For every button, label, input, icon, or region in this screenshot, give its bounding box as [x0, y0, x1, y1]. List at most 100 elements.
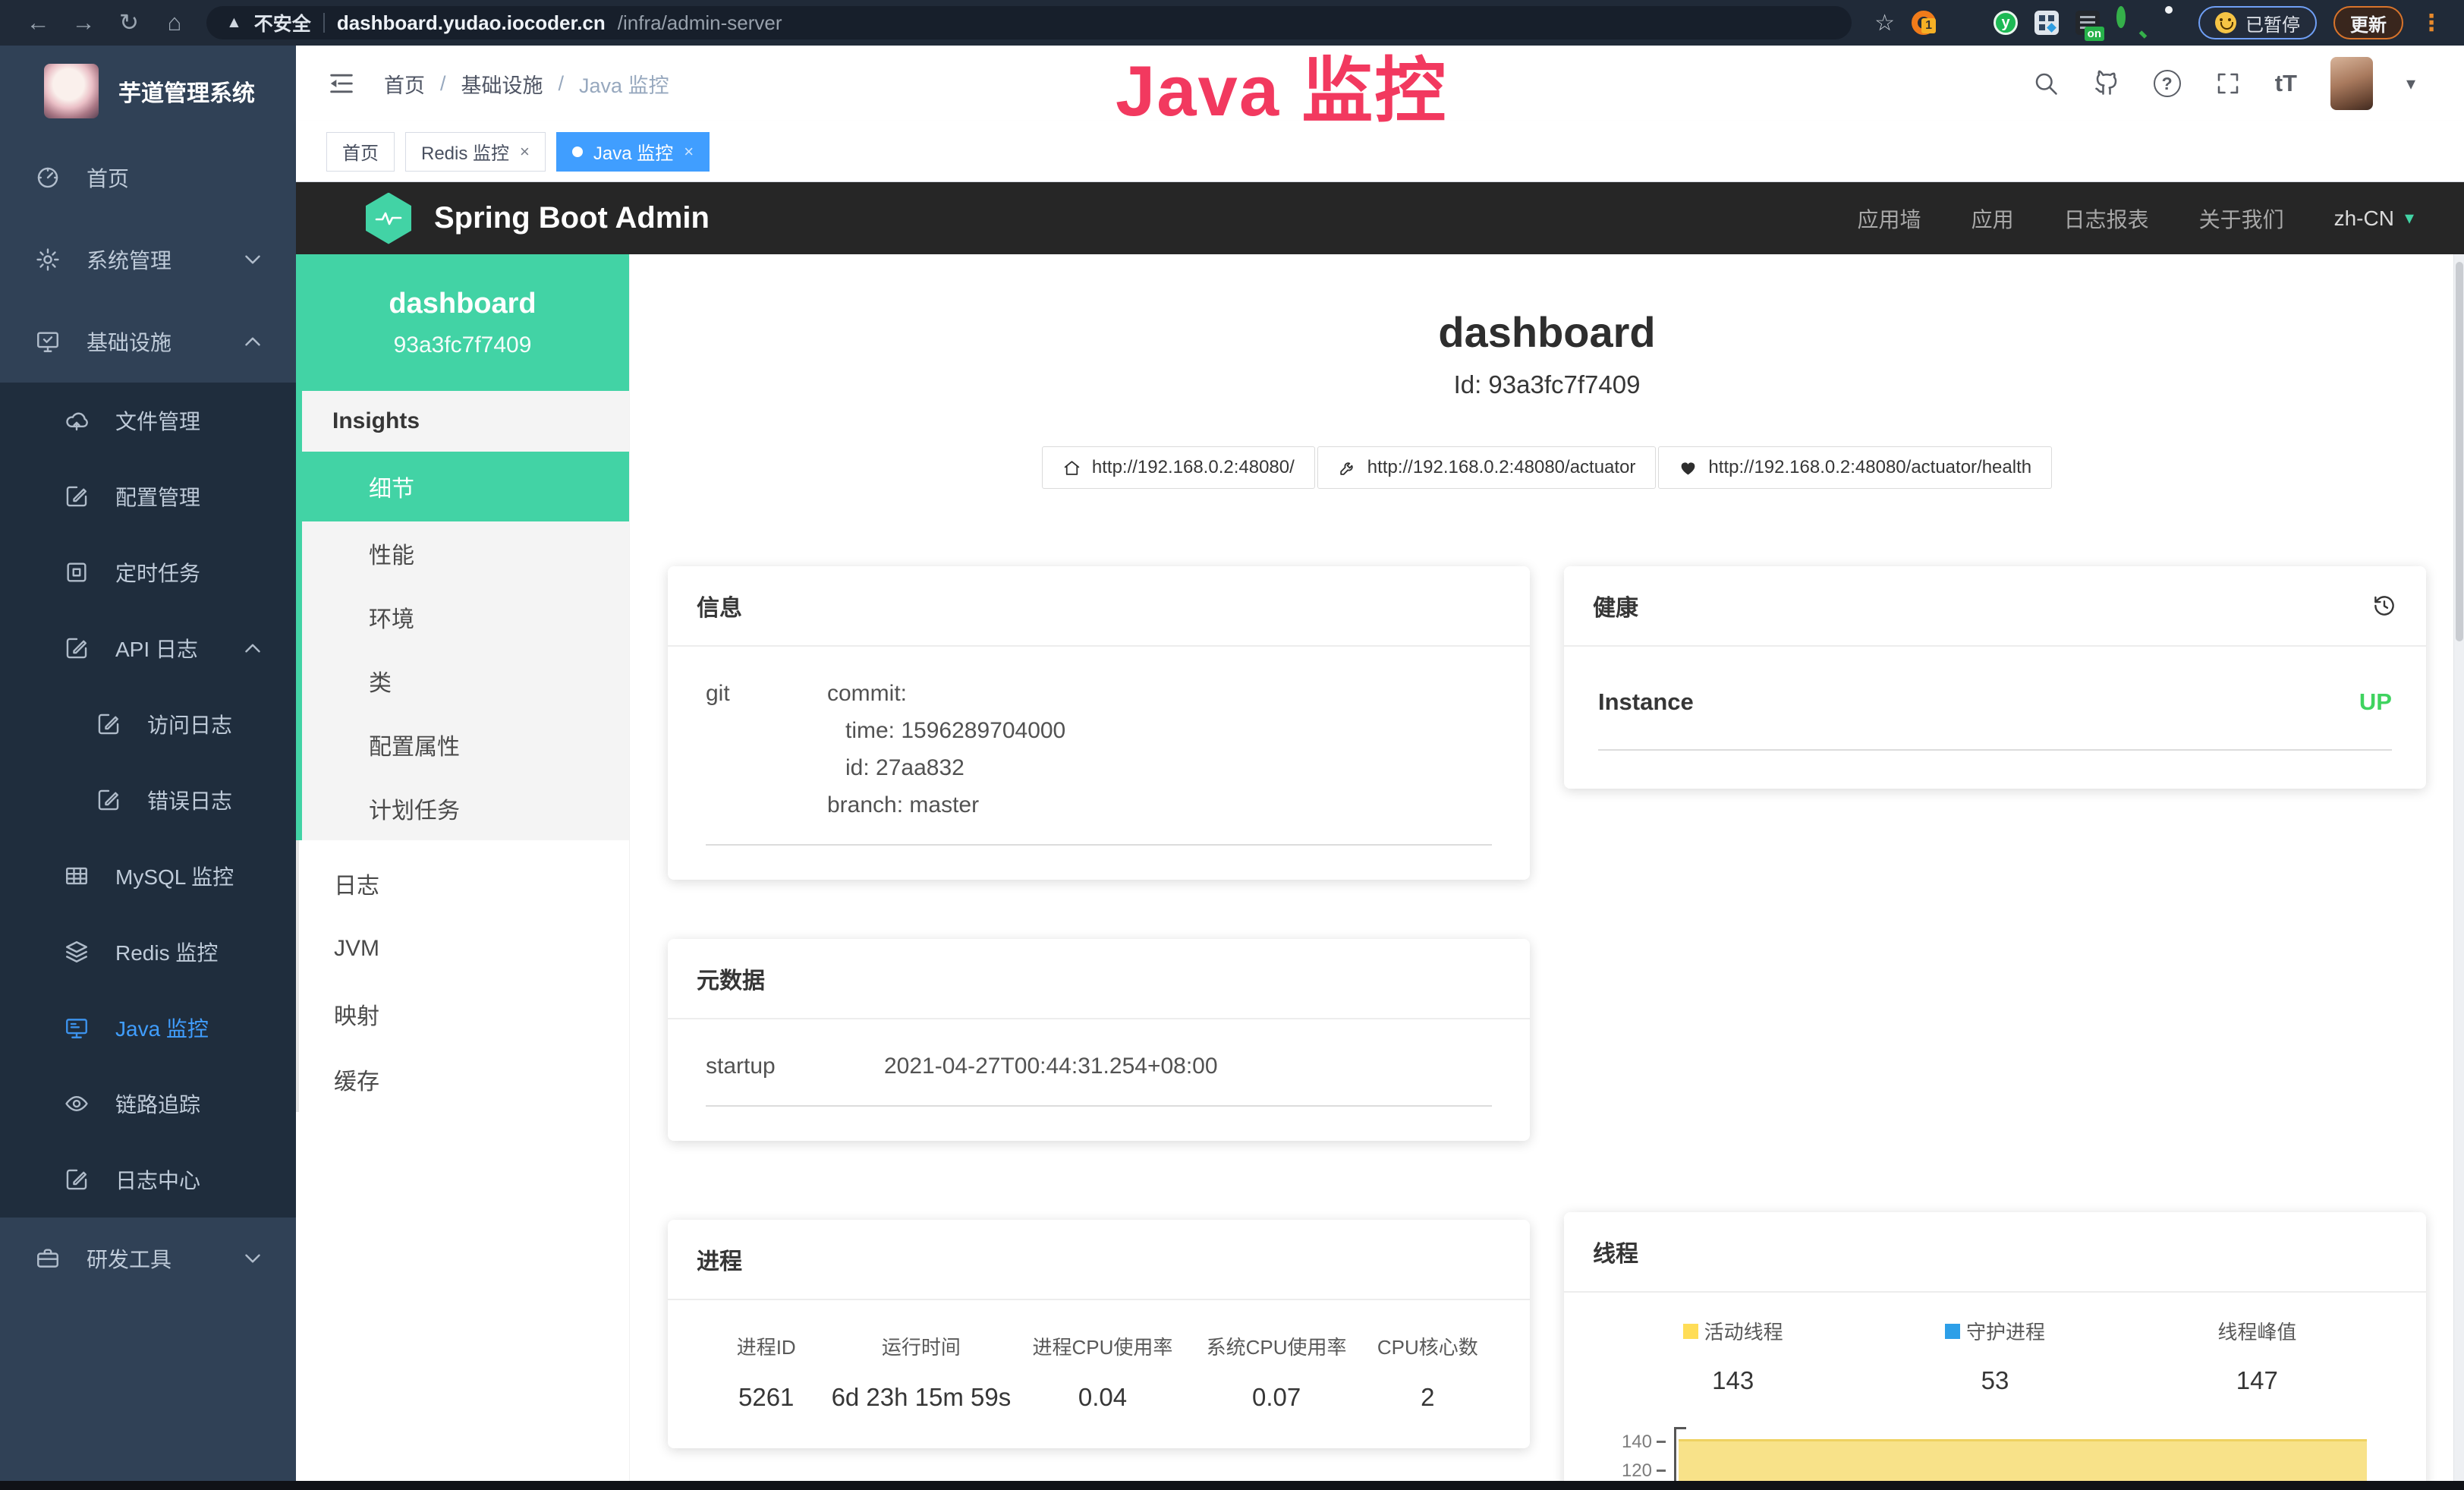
tab-java-monitor[interactable]: Java 监控 × [556, 132, 710, 172]
sidebar-item-label: 配置管理 [115, 481, 200, 512]
sba-nav-about[interactable]: 关于我们 [2199, 203, 2284, 234]
gear-icon [35, 247, 61, 272]
breadcrumb-separator: / [559, 72, 565, 96]
extension-switch-icon[interactable]: on [2075, 11, 2100, 35]
extension-orange-icon[interactable]: 1 [1912, 11, 1936, 35]
browser-reload-button[interactable]: ↻ [108, 9, 150, 36]
extensions-puzzle-icon[interactable] [2157, 11, 2182, 35]
profile-paused-badge[interactable]: 已暂停 [2198, 6, 2317, 39]
tab-label: 首页 [342, 138, 379, 165]
browser-menu-icon[interactable]: ⋮ [2420, 10, 2447, 36]
close-icon[interactable]: × [684, 142, 694, 162]
live-threads-value: 143 [1602, 1366, 1864, 1395]
sba-menu-metrics[interactable]: 性能 [302, 521, 629, 585]
sidebar-item-redis-monitor[interactable]: Redis 监控 [0, 914, 296, 990]
bookmark-star-icon[interactable]: ☆ [1874, 10, 1895, 36]
sidebar-item-label: Java 监控 [115, 1013, 209, 1043]
tab-redis-monitor[interactable]: Redis 监控 × [405, 132, 546, 172]
sidebar-item-file-management[interactable]: 文件管理 [0, 383, 296, 458]
sidebar-item-config-management[interactable]: 配置管理 [0, 458, 296, 534]
sidebar-item-api-logs[interactable]: API 日志 [0, 610, 296, 686]
sba-menu-details[interactable]: 细节 [296, 452, 629, 521]
health-url-button[interactable]: http://192.168.0.2:48080/actuator/health [1658, 446, 2052, 489]
address-bar[interactable]: ▲ 不安全 dashboard.yudao.iocoder.cn/infra/a… [206, 6, 1852, 39]
process-pid-value: 5261 [706, 1383, 826, 1412]
process-header-uptime: 运行时间 [826, 1332, 1015, 1360]
startup-label: startup [706, 1054, 884, 1079]
extension-grid-icon[interactable] [2034, 11, 2059, 35]
sidebar-item-java-monitor[interactable]: Java 监控 [0, 990, 296, 1066]
sba-menu-config-props[interactable]: 配置属性 [302, 713, 629, 777]
security-label[interactable]: 不安全 [254, 9, 311, 36]
history-icon[interactable] [2371, 593, 2397, 619]
sidebar-item-log-center[interactable]: 日志中心 [0, 1142, 296, 1218]
breadcrumb-home[interactable]: 首页 [384, 69, 425, 99]
sidebar-item-scheduled-tasks[interactable]: 定时任务 [0, 534, 296, 610]
extension-y-icon[interactable]: y [1994, 11, 2018, 35]
live-threads-swatch [1683, 1324, 1698, 1339]
sba-menu-logs[interactable]: 日志 [299, 851, 629, 916]
sba-menu-jvm[interactable]: JVM [299, 916, 629, 981]
sidebar-item-mysql-monitor[interactable]: MySQL 监控 [0, 838, 296, 914]
sba-nav-applications[interactable]: 应用 [1972, 203, 2014, 234]
user-caret-down-icon[interactable]: ▾ [2406, 73, 2415, 95]
browser-home-button[interactable]: ⌂ [153, 9, 196, 36]
process-uptime-value: 6d 23h 15m 59s [826, 1383, 1015, 1412]
app-logo-row[interactable]: 芋道管理系统 [0, 46, 296, 137]
health-instance-row[interactable]: Instance UP [1598, 688, 2392, 751]
sba-nav: 应用墙 应用 日志报表 关于我们 zh-CN ▾ [1858, 203, 2414, 234]
github-icon[interactable] [2093, 70, 2120, 97]
tab-home[interactable]: 首页 [326, 132, 395, 172]
chevron-down-icon: ▾ [2405, 207, 2414, 229]
sba-brand-title[interactable]: Spring Boot Admin [434, 201, 710, 235]
sidebar-item-infrastructure[interactable]: 基础设施 [0, 301, 296, 383]
edit-icon [96, 711, 121, 737]
health-card-title: 健康 [1593, 589, 1638, 622]
close-icon[interactable]: × [520, 142, 530, 162]
sidebar-item-dev-tools[interactable]: 研发工具 [0, 1218, 296, 1299]
sba-logo-icon[interactable] [366, 193, 411, 244]
sidebar-item-system-management[interactable]: 系统管理 [0, 219, 296, 301]
sba-main: dashboard Id: 93a3fc7f7409 http://192.16… [630, 254, 2464, 1490]
sba-menu-classes[interactable]: 类 [302, 649, 629, 713]
service-url-button[interactable]: http://192.168.0.2:48080/ [1042, 446, 1315, 489]
browser-forward-button[interactable]: → [62, 9, 105, 36]
breadcrumb-infrastructure[interactable]: 基础设施 [461, 69, 543, 99]
sba-menu-caches[interactable]: 缓存 [299, 1047, 629, 1112]
scrollbar[interactable] [2453, 254, 2464, 1490]
git-commit-line: commit: [827, 681, 1065, 707]
scrollbar-thumb[interactable] [2456, 262, 2463, 641]
sidebar-item-access-logs[interactable]: 访问日志 [0, 686, 296, 762]
fullscreen-icon[interactable] [2214, 70, 2242, 97]
browser-back-button[interactable]: ← [17, 9, 59, 36]
legend-daemon-threads: 守护进程 53 [1864, 1317, 2126, 1395]
process-header-cores: CPU核心数 [1364, 1332, 1492, 1360]
sidebar-collapse-icon[interactable] [326, 68, 357, 99]
extension-pin-icon[interactable] [1953, 11, 1977, 35]
sba-locale-label: zh-CN [2334, 206, 2394, 231]
infrastructure-submenu: 文件管理 配置管理 定时任务 API 日志 [0, 383, 296, 1218]
sba-locale-select[interactable]: zh-CN ▾ [2334, 206, 2414, 231]
chrome-update-button[interactable]: 更新 [2333, 6, 2403, 39]
sba-menu-environment[interactable]: 环境 [302, 585, 629, 649]
extension-magnifier-icon[interactable] [2116, 11, 2141, 35]
edit-icon [64, 635, 90, 661]
sba-nav-wallboard[interactable]: 应用墙 [1858, 203, 1921, 234]
tab-label: Redis 监控 [421, 138, 509, 165]
sba-menu-mappings[interactable]: 映射 [299, 981, 629, 1047]
legend-peak-threads: 线程峰值 147 [2126, 1317, 2388, 1395]
sidebar-item-trace[interactable]: 链路追踪 [0, 1066, 296, 1142]
sba-instance-header[interactable]: dashboard 93a3fc7f7409 [296, 254, 629, 391]
user-avatar[interactable] [2330, 57, 2373, 110]
actuator-url-button[interactable]: http://192.168.0.2:48080/actuator [1317, 446, 1657, 489]
help-icon[interactable]: ? [2154, 70, 2181, 97]
search-icon[interactable] [2032, 70, 2060, 97]
breadcrumb: 首页 / 基础设施 / Java 监控 [384, 69, 669, 99]
sba-nav-journal[interactable]: 日志报表 [2064, 203, 2149, 234]
font-size-icon[interactable]: tT [2275, 70, 2297, 97]
display-icon [64, 1015, 90, 1041]
info-card: 信息 git commit: time: 1596289704000 id: 2… [668, 566, 1530, 880]
sidebar-item-home[interactable]: 首页 [0, 137, 296, 219]
sidebar-item-error-logs[interactable]: 错误日志 [0, 762, 296, 838]
sba-menu-scheduled-tasks[interactable]: 计划任务 [302, 777, 629, 840]
